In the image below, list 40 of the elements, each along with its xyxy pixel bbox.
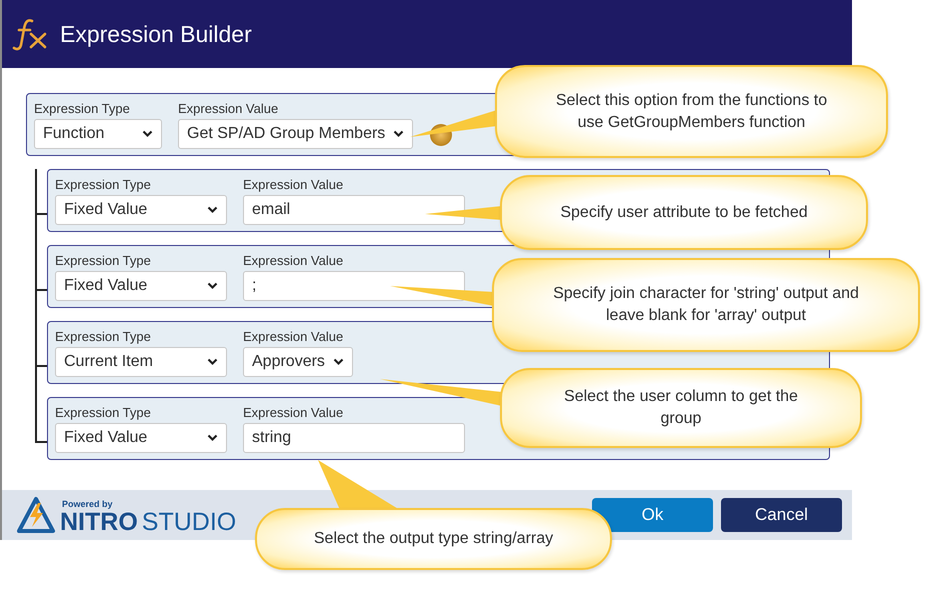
brand-name: STUDIO [142,509,236,535]
chevron-icon [207,282,218,290]
value-field[interactable]: email [243,195,465,225]
type-dropdown[interactable]: Fixed Value [55,423,227,453]
field-label: Expression Value [243,329,344,344]
callout-text: Select the user column to get the group [564,387,798,429]
chevron-icon [393,130,404,138]
field-label: Expression Value [243,177,344,192]
cancel-button[interactable]: Cancel [721,498,842,532]
chevron-icon [332,358,344,366]
field-label: Expression Type [55,329,152,344]
type-dropdown[interactable]: Function [34,119,162,149]
callout-text: Select this option from the functions to use GetGroupMembers function [556,90,828,132]
chevron-icon [207,206,218,214]
field-label: Expression Value [243,405,344,420]
value-field[interactable]: string [243,423,465,453]
type-dropdown[interactable]: Current Item [55,347,227,377]
field-label: Expression Type [55,253,152,268]
powered-by-text: Powered by [62,499,114,509]
field-label: Expression Type [34,101,131,116]
chevron-icon [207,434,218,442]
function-icon [12,17,48,51]
field-label: Expression Type [55,177,152,192]
value-dropdown[interactable]: Get SP/AD Group Members [178,119,414,149]
ok-button[interactable]: Ok [592,498,713,532]
field-label: Expression Type [55,405,152,420]
value-field[interactable]: ; [243,271,465,301]
callout-text: Select the output type string/array [314,529,554,549]
field-label: Expression Value [178,101,280,116]
brand-name: NITRO [60,509,138,535]
chevron-icon [142,130,153,138]
chevron-icon [207,358,218,366]
value-dropdown[interactable]: Approvers [243,347,353,377]
callout-text: Specify join character for 'string' output and leave blank for 'array' output [553,284,859,326]
type-dropdown[interactable]: Fixed Value [55,195,227,225]
window-title: Expression Builder [60,20,252,48]
field-label: Expression Value [243,253,344,268]
logo-icon [16,495,56,535]
type-dropdown[interactable]: Fixed Value [55,271,227,301]
callout-text: Specify user attribute to be fetched [560,202,808,222]
